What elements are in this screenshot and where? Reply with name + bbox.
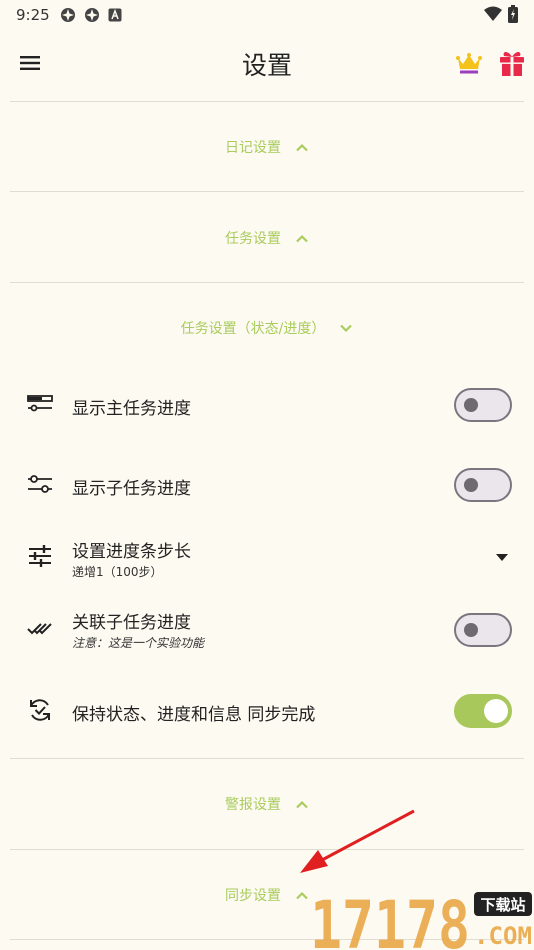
watermark-badge: 下载站	[480, 896, 525, 914]
watermark-logo: 17178 下载站 .COM	[310, 888, 532, 950]
annotation-arrow-icon	[300, 809, 415, 873]
watermark-number: 17178	[310, 888, 470, 950]
watermark-domain: .COM	[474, 922, 532, 950]
